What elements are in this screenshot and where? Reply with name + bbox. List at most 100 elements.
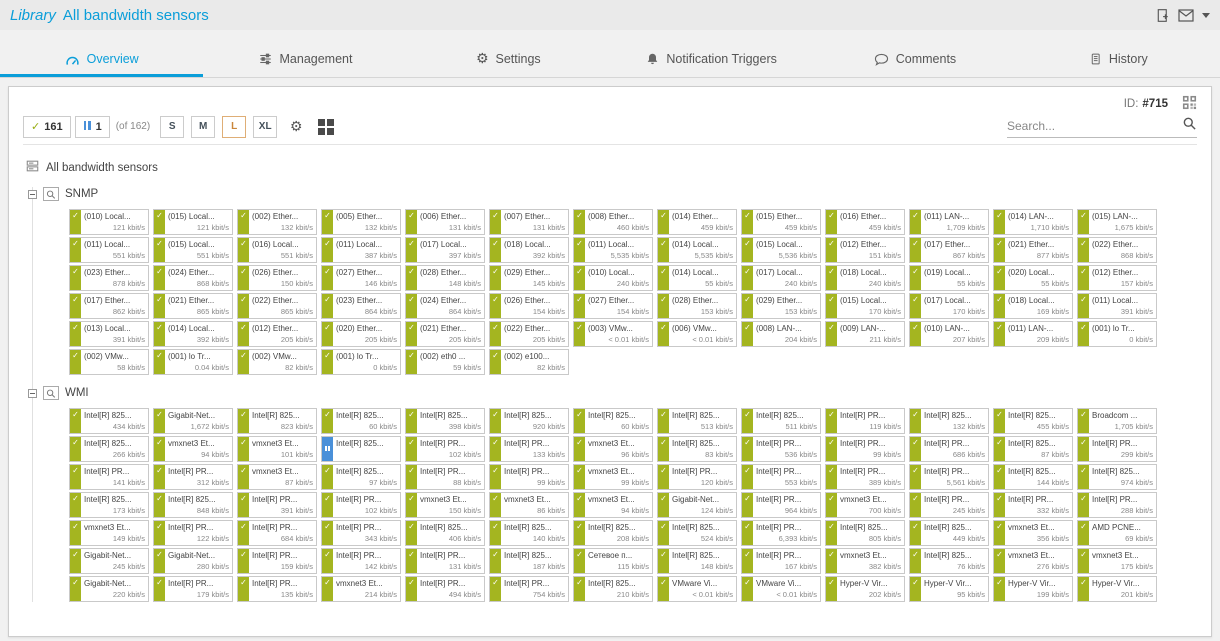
sensor-tile[interactable]: ✓AMD PCNE...69 kbit/s [1077,520,1157,546]
sensor-tile[interactable]: ✓vmxnet3 Et...94 kbit/s [153,436,233,462]
sensor-tile[interactable]: ✓Intel[R] 825...187 kbit/s [489,548,569,574]
sensor-tile[interactable]: ✓Intel[R] PR...288 kbit/s [1077,492,1157,518]
sensor-tile[interactable]: ✓(009) LAN-...211 kbit/s [825,321,905,347]
sensor-tile[interactable]: ✓Intel[R] 825...406 kbit/s [405,520,485,546]
sensor-tile[interactable]: ✓Intel[R] 825...920 kbit/s [489,408,569,434]
sensor-tile[interactable]: ✓(010) Local...240 kbit/s [573,265,653,291]
sensor-tile[interactable]: ✓(015) LAN-...1,675 kbit/s [1077,209,1157,235]
sensor-tile[interactable]: ✓(011) LAN-...209 kbit/s [993,321,1073,347]
sensor-tile[interactable]: ✓vmxnet3 Et...86 kbit/s [489,492,569,518]
sensor-tile[interactable]: ✓Intel[R] 825...60 kbit/s [573,408,653,434]
sensor-tile[interactable]: ✓vmxnet3 Et...99 kbit/s [573,464,653,490]
size-button-l[interactable]: L [222,116,246,138]
sensor-tile[interactable]: ✓Intel[R] 825...434 kbit/s [69,408,149,434]
sensor-tile[interactable]: ✓Сетевое п...115 kbit/s [573,548,653,574]
sensor-tile[interactable]: ✓(017) Local...240 kbit/s [741,265,821,291]
sensor-tile[interactable]: ✓vmxnet3 Et...175 kbit/s [1077,548,1157,574]
sensor-tile[interactable]: ✓Intel[R] PR...141 kbit/s [69,464,149,490]
up-sensors-count[interactable]: ✓ 161 [23,116,71,138]
sensor-tile[interactable]: ✓(018) Local...240 kbit/s [825,265,905,291]
sensor-tile[interactable]: ✓(002) VMw...58 kbit/s [69,349,149,375]
size-button-m[interactable]: M [191,116,215,138]
sensor-tile[interactable]: ✓(026) Ether...154 kbit/s [489,293,569,319]
tab-history[interactable]: History [1017,44,1220,77]
sensor-tile[interactable]: ✓Intel[R] 825...974 kbit/s [1077,464,1157,490]
sensor-tile[interactable]: ✓Intel[R] 825...449 kbit/s [909,520,989,546]
sensor-tile[interactable]: ✓vmxnet3 Et...101 kbit/s [237,436,317,462]
sensor-tile[interactable]: ✓vmxnet3 Et...700 kbit/s [825,492,905,518]
sensor-tile[interactable]: ✓Intel[R] PR...99 kbit/s [489,464,569,490]
sensor-tile[interactable]: ✓Intel[R] 825...266 kbit/s [69,436,149,462]
sensor-tile[interactable]: ✓Intel[R] PR...391 kbit/s [237,492,317,518]
sensor-tile[interactable]: ✓Intel[R] 825...513 kbit/s [657,408,737,434]
breadcrumb[interactable]: Library [10,7,56,24]
sensor-tile[interactable]: ✓Intel[R] PR...343 kbit/s [321,520,401,546]
sensor-tile[interactable]: ✓Intel[R] 825...87 kbit/s [993,436,1073,462]
sensor-tile[interactable]: ✓Intel[R] 825...455 kbit/s [993,408,1073,434]
sensor-tile[interactable]: ✓(017) Local...397 kbit/s [405,237,485,263]
sensor-tile[interactable]: ✓vmxnet3 Et...94 kbit/s [573,492,653,518]
sensor-tile[interactable]: ✓Broadcom ...1,705 kbit/s [1077,408,1157,434]
tab-notification-triggers[interactable]: Notification Triggers [610,44,813,77]
sensor-tile[interactable]: ✓Intel[R] PR...964 kbit/s [741,492,821,518]
sensor-tile[interactable]: ✓(018) Local...169 kbit/s [993,293,1073,319]
sensor-tile[interactable]: ✓Intel[R] 825...823 kbit/s [237,408,317,434]
sensor-tile[interactable]: ✓(015) Local...170 kbit/s [825,293,905,319]
sensor-tile[interactable]: ✓Intel[R] 825...524 kbit/s [657,520,737,546]
sensor-tile[interactable]: ✓Intel[R] PR...536 kbit/s [741,436,821,462]
sensor-tile[interactable]: ✓Gigabit-Net...124 kbit/s [657,492,737,518]
sensor-tile[interactable]: ✓(017) Ether...862 kbit/s [69,293,149,319]
paused-sensors-count[interactable]: 1 [75,116,110,138]
sensor-tile[interactable]: ✓(021) Ether...877 kbit/s [993,237,1073,263]
sensor-tile[interactable]: ✓(022) Ether...868 kbit/s [1077,237,1157,263]
sensor-tile[interactable]: ✓(016) Ether...459 kbit/s [825,209,905,235]
collapse-icon[interactable] [28,190,37,199]
sensor-tile[interactable]: ✓(018) Local...392 kbit/s [489,237,569,263]
sensor-tile[interactable]: ✓Intel[R] PR...102 kbit/s [405,436,485,462]
sensor-tile[interactable]: ✓(028) Ether...153 kbit/s [657,293,737,319]
sensor-tile[interactable]: ✓(022) Ether...205 kbit/s [489,321,569,347]
sensor-tile[interactable]: ✓(002) VMw...82 kbit/s [237,349,317,375]
sensor-tile[interactable]: ✓Intel[R] PR...494 kbit/s [405,576,485,602]
sensor-tile[interactable]: ✓(017) Local...170 kbit/s [909,293,989,319]
sensor-tile[interactable]: ✓(023) Ether...864 kbit/s [321,293,401,319]
sensor-tile[interactable]: ✓(011) Local...391 kbit/s [1077,293,1157,319]
sensor-tile[interactable]: ✓Hyper-V Vir...199 kbit/s [993,576,1073,602]
size-button-s[interactable]: S [160,116,184,138]
sensor-tile[interactable]: ✓Intel[R] 825...132 kbit/s [909,408,989,434]
sensor-tile[interactable]: ✓(021) Ether...865 kbit/s [153,293,233,319]
sensor-tile[interactable]: ✓(019) Local...55 kbit/s [909,265,989,291]
sensor-tile[interactable]: ✓Intel[R] PR...122 kbit/s [153,520,233,546]
sensor-tile[interactable]: ✓(029) Ether...145 kbit/s [489,265,569,291]
sensor-tile[interactable]: ✓Intel[R] PR...332 kbit/s [993,492,1073,518]
sensor-tile[interactable]: ✓(028) Ether...148 kbit/s [405,265,485,291]
view-settings-gear-icon[interactable]: ⚙ [284,116,308,138]
sensor-tile[interactable]: ✓Intel[R] 825...805 kbit/s [825,520,905,546]
sensor-tile[interactable]: ✓(001) lo Tr...0 kbit/s [1077,321,1157,347]
caret-down-icon[interactable] [1202,13,1210,18]
sensor-tile[interactable]: ✓(014) Ether...459 kbit/s [657,209,737,235]
sensor-tile[interactable]: ✓Intel[R] PR...167 kbit/s [741,548,821,574]
sensor-tile[interactable]: ✓(016) Local...551 kbit/s [237,237,317,263]
sensor-tile[interactable]: ✓(011) Local...5,535 kbit/s [573,237,653,263]
sensor-tile[interactable]: ✓Intel[R] PR...312 kbit/s [153,464,233,490]
tab-settings[interactable]: ⚙ Settings [407,44,610,77]
sensor-tile[interactable]: ✓Intel[R] 825...208 kbit/s [573,520,653,546]
tab-comments[interactable]: Comments [813,44,1016,77]
sensor-tile[interactable]: ✓(027) Ether...154 kbit/s [573,293,653,319]
sensor-tile[interactable]: ✓(015) Local...551 kbit/s [153,237,233,263]
sensor-tile[interactable]: ✓Intel[R] 825...140 kbit/s [489,520,569,546]
sensor-tile[interactable]: ✓Intel[R] PR...131 kbit/s [405,548,485,574]
sensor-tile[interactable]: ✓Intel[R] PR...135 kbit/s [237,576,317,602]
sensor-tile[interactable]: ✓(024) Ether...868 kbit/s [153,265,233,291]
sensor-tile[interactable]: ✓(015) Local...5,536 kbit/s [741,237,821,263]
sensor-tile[interactable]: ✓(014) LAN-...1,710 kbit/s [993,209,1073,235]
sensor-group-header[interactable]: WMI [28,386,1197,400]
sensor-tile[interactable]: ✓Intel[R] PR...159 kbit/s [237,548,317,574]
sensor-tile[interactable]: ✓vmxnet3 Et...150 kbit/s [405,492,485,518]
sensor-tile[interactable]: ✓(027) Ether...146 kbit/s [321,265,401,291]
sensor-tile[interactable]: ✓(002) e100...82 kbit/s [489,349,569,375]
sensor-tile[interactable]: ✓Intel[R] PR...553 kbit/s [741,464,821,490]
sensor-tile[interactable]: ✓(014) Local...392 kbit/s [153,321,233,347]
sensor-tile[interactable]: ✓Intel[R] PR...142 kbit/s [321,548,401,574]
